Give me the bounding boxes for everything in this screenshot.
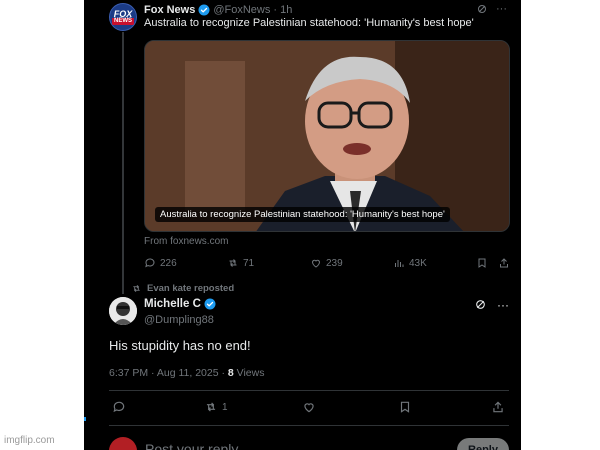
card-source[interactable]: From foxnews.com bbox=[144, 236, 228, 247]
reply-button[interactable]: Reply bbox=[457, 438, 509, 450]
reply-action[interactable]: 226 bbox=[144, 257, 177, 269]
like-icon bbox=[311, 259, 321, 268]
original-post-actions: 226 71 239 43K bbox=[144, 257, 516, 271]
scroll-indicator bbox=[84, 417, 86, 421]
divider bbox=[109, 390, 509, 391]
share-action[interactable] bbox=[498, 257, 510, 269]
link-card-image[interactable]: Australia to recognize Palestinian state… bbox=[144, 40, 510, 232]
grok-icon[interactable] bbox=[476, 3, 488, 15]
reply-input[interactable]: Post your reply bbox=[145, 441, 238, 450]
quote-author-name[interactable]: Michelle C bbox=[144, 298, 201, 310]
verified-badge-icon bbox=[198, 4, 210, 16]
grok-icon[interactable] bbox=[474, 298, 487, 311]
thread-line bbox=[122, 32, 124, 294]
quote-post-meta: 6:37 PM · Aug 11, 2025 · 8 Views bbox=[109, 367, 264, 379]
like-count: 239 bbox=[326, 257, 343, 269]
imgflip-watermark: imgflip.com bbox=[4, 435, 55, 446]
quote-post-actions: 1 bbox=[109, 400, 509, 416]
reply-icon bbox=[113, 401, 125, 413]
original-post-header: Fox News @FoxNews · 1h ··· bbox=[144, 3, 513, 17]
quote-repost-count: 1 bbox=[222, 401, 228, 413]
bookmark-action[interactable] bbox=[398, 400, 412, 414]
bookmark-icon bbox=[478, 258, 486, 268]
timeline-feed: FOX NEWS Fox News @FoxNews · 1h ··· Aust… bbox=[84, 0, 521, 450]
views-action[interactable]: 43K bbox=[393, 257, 427, 269]
card-caption: Australia to recognize Palestinian state… bbox=[155, 207, 450, 222]
share-icon bbox=[500, 258, 508, 268]
bookmark-action[interactable] bbox=[476, 257, 488, 269]
quote-timestamp[interactable]: 6:37 PM · Aug 11, 2025 · bbox=[109, 367, 228, 379]
repost-note: Evan kate reposted bbox=[131, 283, 234, 294]
avatar-logo-text: FOX bbox=[113, 8, 133, 19]
views-count: 43K bbox=[409, 257, 427, 269]
avatar-image bbox=[109, 297, 137, 325]
quote-author-handle[interactable]: @Dumpling88 bbox=[144, 314, 214, 326]
avatar-logo-subtext: NEWS bbox=[112, 17, 134, 25]
portrait-image bbox=[145, 41, 509, 231]
verified-badge-icon bbox=[204, 298, 216, 310]
repost-icon bbox=[229, 259, 237, 267]
repost-icon bbox=[133, 284, 140, 293]
like-icon bbox=[304, 403, 314, 413]
user-avatar[interactable] bbox=[109, 437, 137, 450]
original-post-text: Australia to recognize Palestinian state… bbox=[144, 17, 474, 29]
like-action[interactable] bbox=[302, 400, 316, 414]
bookmark-icon bbox=[400, 401, 410, 413]
quote-author-row: Michelle C bbox=[144, 298, 219, 310]
like-action[interactable]: 239 bbox=[310, 257, 343, 269]
reply-count: 226 bbox=[160, 257, 177, 269]
repost-action[interactable]: 1 bbox=[204, 400, 228, 414]
more-icon[interactable]: ··· bbox=[496, 3, 507, 15]
original-post-time[interactable]: · 1h bbox=[273, 4, 292, 16]
repost-note-text[interactable]: Evan kate reposted bbox=[147, 283, 234, 294]
original-author-handle[interactable]: @FoxNews bbox=[213, 4, 270, 16]
michelle-avatar[interactable] bbox=[109, 297, 137, 325]
quote-header-icons: ··· bbox=[474, 298, 509, 312]
share-icon bbox=[493, 401, 503, 413]
divider bbox=[109, 425, 509, 426]
original-author-name[interactable]: Fox News bbox=[144, 4, 195, 16]
more-icon[interactable]: ··· bbox=[497, 298, 509, 312]
reply-action[interactable] bbox=[112, 400, 126, 414]
reply-icon bbox=[145, 258, 155, 268]
quote-post-text: His stupidity has no end! bbox=[109, 338, 251, 353]
share-action[interactable] bbox=[491, 400, 505, 414]
repost-icon bbox=[206, 402, 216, 412]
reply-composer: Post your reply Reply bbox=[109, 437, 509, 450]
views-icon bbox=[395, 260, 404, 267]
quote-views-label: Views bbox=[233, 367, 265, 379]
repost-count: 71 bbox=[243, 257, 255, 269]
repost-action[interactable]: 71 bbox=[227, 257, 254, 269]
fox-news-avatar[interactable]: FOX NEWS bbox=[109, 3, 137, 31]
